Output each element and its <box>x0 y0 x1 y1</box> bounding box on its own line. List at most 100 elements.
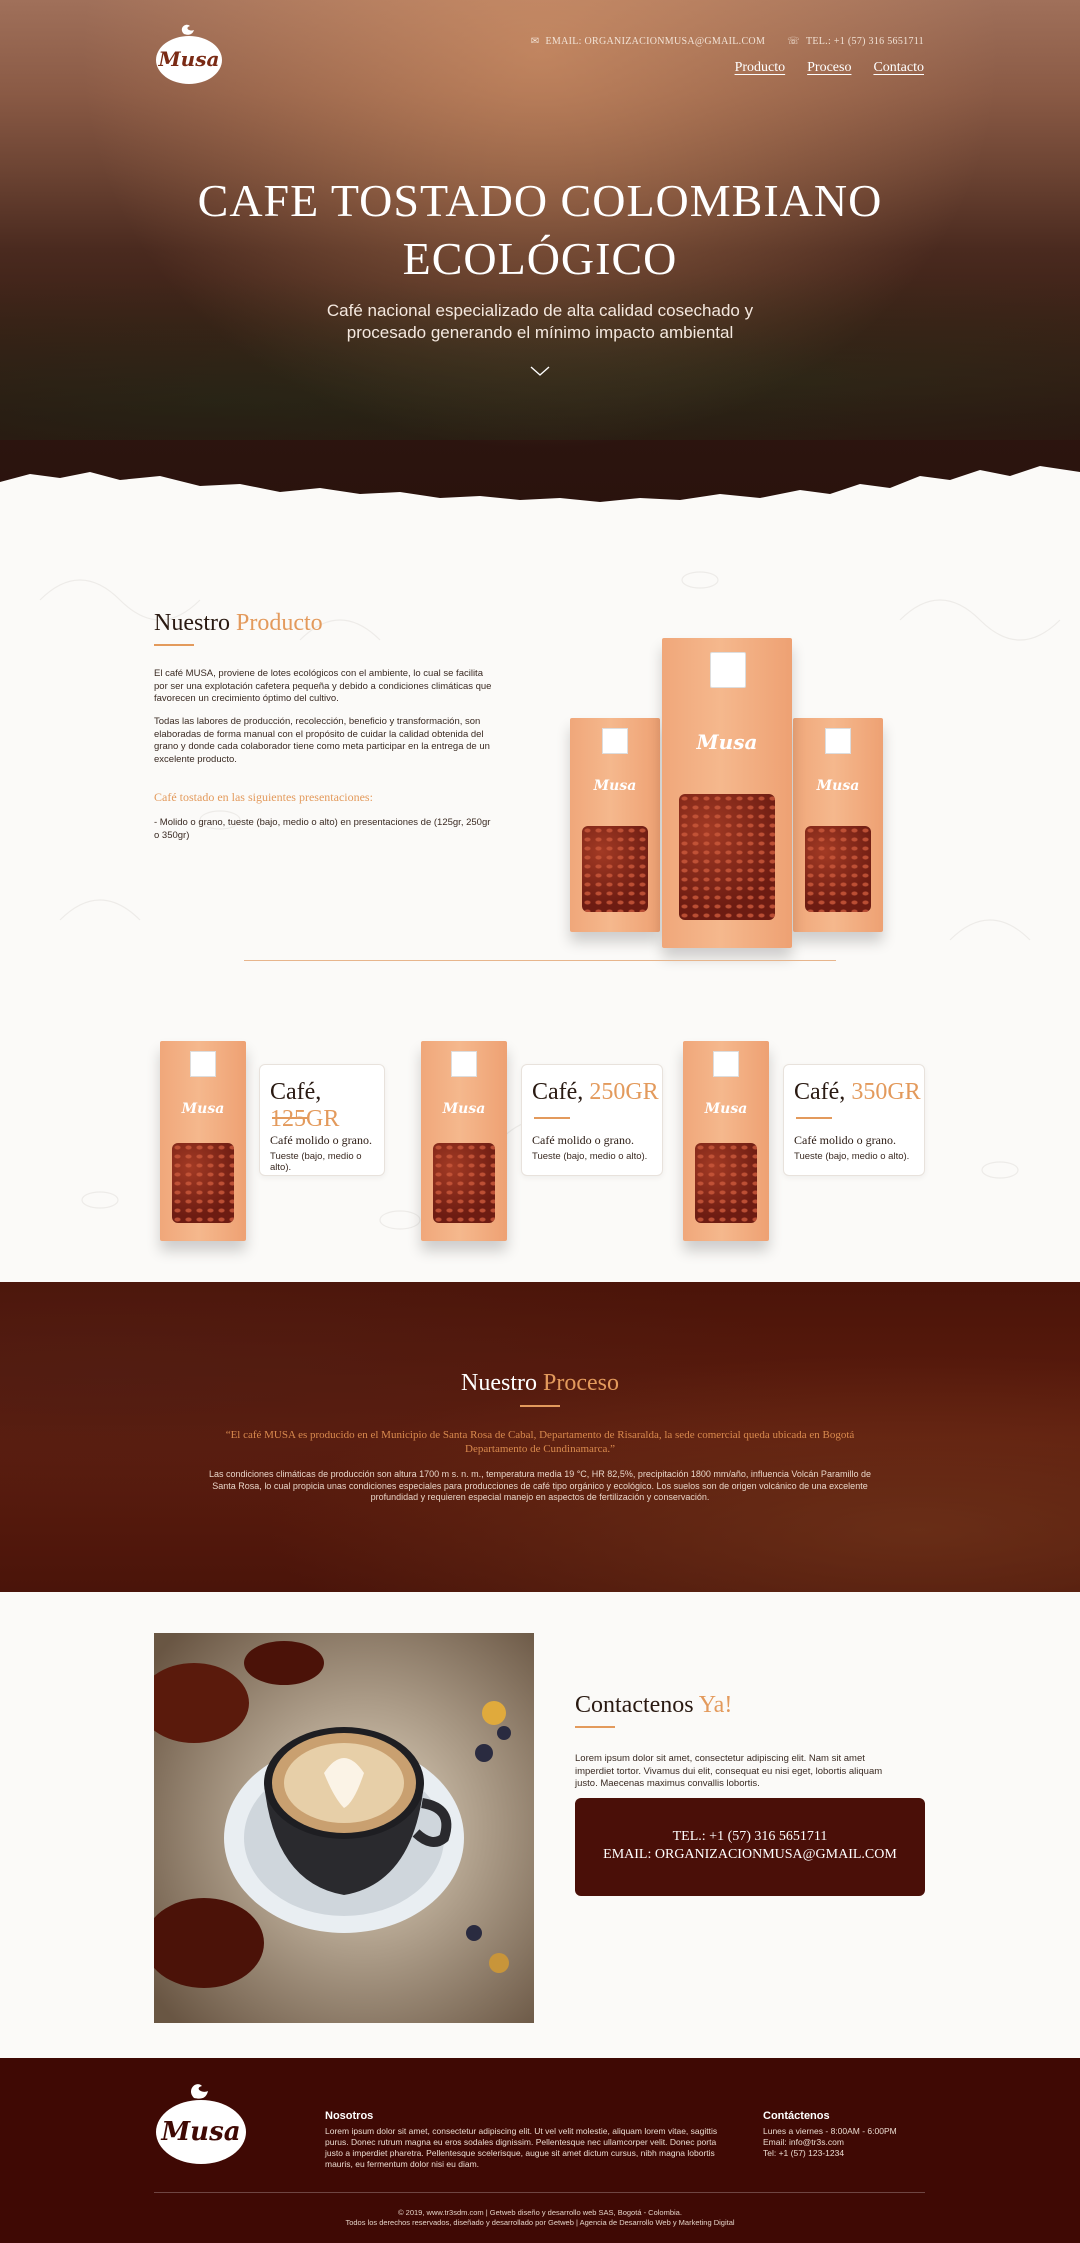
bag-label <box>451 1051 477 1077</box>
presentations-title: Café tostado en las siguientes presentac… <box>154 790 373 804</box>
phone-icon: ☏ <box>787 36 800 47</box>
product-bag-right: Musa <box>793 718 883 932</box>
hero-subtitle-line2: procesado generando el mínimo impacto am… <box>346 323 734 342</box>
contact-email[interactable]: EMAIL: ORGANIZACIONMUSA@GMAIL.COM <box>575 1846 925 1864</box>
hero-title: CAFE TOSTADO COLOMBIANO ECOLÓGICO <box>0 172 1080 288</box>
size-card-title: Café, 125GR <box>270 1079 384 1133</box>
size-card-line1: Café molido o grano. <box>794 1133 896 1147</box>
product-bag-center: Musa <box>662 638 792 948</box>
bag-musa-logo: Musa <box>593 778 637 794</box>
size-card-size: 350GR <box>851 1079 921 1105</box>
size-card-350[interactable]: Café, 350GR Café molido o grano. Tueste … <box>783 1064 925 1176</box>
header-phone[interactable]: ☏ TEL.: +1 (57) 316 5651711 <box>787 36 924 47</box>
hero-title-line2: ECOLÓGICO <box>402 233 678 284</box>
nav-producto[interactable]: Producto <box>735 60 786 76</box>
footer-contact-title: Contáctenos <box>763 2110 830 2122</box>
header-email-text: EMAIL: ORGANIZACIONMUSA@GMAIL.COM <box>545 36 766 47</box>
hero-title-line1: CAFE TOSTADO COLOMBIANO <box>197 175 883 226</box>
nav-contacto[interactable]: Contacto <box>873 60 924 76</box>
bag-window <box>172 1143 234 1223</box>
scroll-down-chevron-icon[interactable] <box>529 364 551 378</box>
bag-musa-logo: Musa <box>816 778 860 794</box>
bag-window <box>695 1143 757 1223</box>
header-contact-line: ✉ EMAIL: ORGANIZACIONMUSA@GMAIL.COM ☏ TEL.… <box>531 36 924 47</box>
envelope-icon: ✉ <box>530 36 540 47</box>
copyright-line1: © 2019, www.tr3sdm.com | Getweb diseño y… <box>398 2208 682 2217</box>
footer: Musa Nosotros Lorem ipsum dolor sit amet… <box>0 2058 1080 2243</box>
main-nav: Producto Proceso Contacto <box>735 60 924 76</box>
process-title-underline <box>520 1405 560 1407</box>
size-card-250[interactable]: Café, 250GR Café molido o grano. Tueste … <box>521 1064 663 1176</box>
product-title: Nuestro Producto <box>154 610 323 637</box>
section-divider <box>244 960 836 961</box>
bag-musa-logo: Musa <box>696 730 758 754</box>
hero-section: Musa ✉ EMAIL: ORGANIZACIONMUSA@GMAIL.COM … <box>0 0 1080 520</box>
size-card-line2: Tueste (bajo, medio o alto). <box>270 1151 362 1173</box>
process-quote: “El café MUSA es producido en el Municip… <box>225 1429 855 1455</box>
footer-musa-logo[interactable]: Musa <box>154 2078 248 2166</box>
size-card-125[interactable]: Café, 125GR Café molido o grano. Tueste … <box>259 1064 385 1176</box>
hero-subtitle-line1: Café nacional especializado de alta cali… <box>326 301 754 320</box>
product-section: Nuestro Producto El café MUSA, proviene … <box>0 520 1080 1282</box>
contact-info-box: TEL.: +1 (57) 316 5651711 EMAIL: ORGANIZ… <box>575 1798 925 1896</box>
nav-proceso[interactable]: Proceso <box>807 60 851 76</box>
bag-label <box>602 728 628 754</box>
process-title-accent: Proceso <box>543 1370 619 1396</box>
torn-paper-edge <box>0 466 1080 520</box>
size-bag-125: Musa <box>160 1041 246 1241</box>
footer-copyright: © 2019, www.tr3sdm.com | Getweb diseño y… <box>0 2208 1080 2228</box>
process-section: Nuestro Proceso “El café MUSA es produci… <box>0 1282 1080 1592</box>
coffee-cup-photo <box>154 1633 534 2023</box>
size-card-line2: Tueste (bajo, medio o alto). <box>794 1151 910 1162</box>
contact-title-underline <box>575 1726 615 1728</box>
size-card-underline <box>534 1117 570 1119</box>
process-title-main: Nuestro <box>461 1370 543 1396</box>
size-card-prefix: Café, <box>270 1079 322 1105</box>
product-bag-left: Musa <box>570 718 660 932</box>
bag-label <box>825 728 851 754</box>
product-paragraph-2: Todas las labores de producción, recolec… <box>154 716 490 765</box>
contact-title: Contactenos Ya! <box>575 1692 732 1719</box>
hero-subtitle: Café nacional especializado de alta cali… <box>0 300 1080 344</box>
footer-hours: Lunes a viernes - 8:00AM - 6:00PM <box>763 2126 897 2136</box>
contact-paragraph: Lorem ipsum dolor sit amet, consectetur … <box>575 1753 883 1789</box>
copyright-line2: Todos los derechos reservados, diseñado … <box>345 2218 735 2227</box>
size-card-underline <box>796 1117 832 1119</box>
bag-window <box>433 1143 495 1223</box>
size-bag-250: Musa <box>421 1041 507 1241</box>
size-card-size: 250GR <box>589 1079 659 1105</box>
contact-section: Contactenos Ya! Lorem ipsum dolor sit am… <box>0 1592 1080 2058</box>
product-paragraph-1: El café MUSA, proviene de lotes ecológic… <box>154 668 492 704</box>
size-card-title: Café, 350GR <box>794 1079 921 1106</box>
header-email[interactable]: ✉ EMAIL: ORGANIZACIONMUSA@GMAIL.COM <box>531 36 765 47</box>
footer-email[interactable]: Email: info@tr3s.com <box>763 2137 897 2148</box>
product-title-accent: Producto <box>235 610 323 636</box>
size-card-line2: Tueste (bajo, medio o alto). <box>532 1151 648 1162</box>
header-phone-text: TEL.: +1 (57) 316 5651711 <box>805 36 924 47</box>
size-card-prefix: Café, <box>794 1079 852 1105</box>
footer-phone[interactable]: Tel: +1 (57) 123-1234 <box>763 2148 897 2159</box>
bag-musa-logo: Musa <box>704 1101 748 1117</box>
size-card-line1: Café molido o grano. <box>532 1133 634 1147</box>
size-card-title: Café, 250GR <box>532 1079 659 1106</box>
process-title: Nuestro Proceso <box>0 1370 1080 1397</box>
process-description: Las condiciones climáticas de producción… <box>209 1469 871 1502</box>
bag-musa-logo: Musa <box>181 1101 225 1117</box>
musa-logo[interactable]: Musa <box>154 20 224 86</box>
bag-window <box>582 826 648 912</box>
product-title-underline <box>154 644 194 646</box>
bag-label <box>713 1051 739 1077</box>
size-card-underline <box>272 1117 308 1119</box>
size-card-line1: Café molido o grano. <box>270 1133 372 1147</box>
bag-musa-logo: Musa <box>442 1101 486 1117</box>
size-card-size: 125GR <box>270 1106 340 1132</box>
bag-window <box>805 826 871 912</box>
contact-title-main: Contactenos <box>575 1692 699 1718</box>
product-title-main: Nuestro <box>154 610 236 636</box>
size-card-prefix: Café, <box>532 1079 590 1105</box>
footer-about-title: Nosotros <box>325 2110 374 2122</box>
svg-text:Musa: Musa <box>160 2117 240 2147</box>
svg-text:Musa: Musa <box>158 47 220 71</box>
footer-contact-info: Lunes a viernes - 8:00AM - 6:00PM Email:… <box>763 2126 897 2159</box>
contact-phone[interactable]: TEL.: +1 (57) 316 5651711 <box>575 1828 925 1846</box>
